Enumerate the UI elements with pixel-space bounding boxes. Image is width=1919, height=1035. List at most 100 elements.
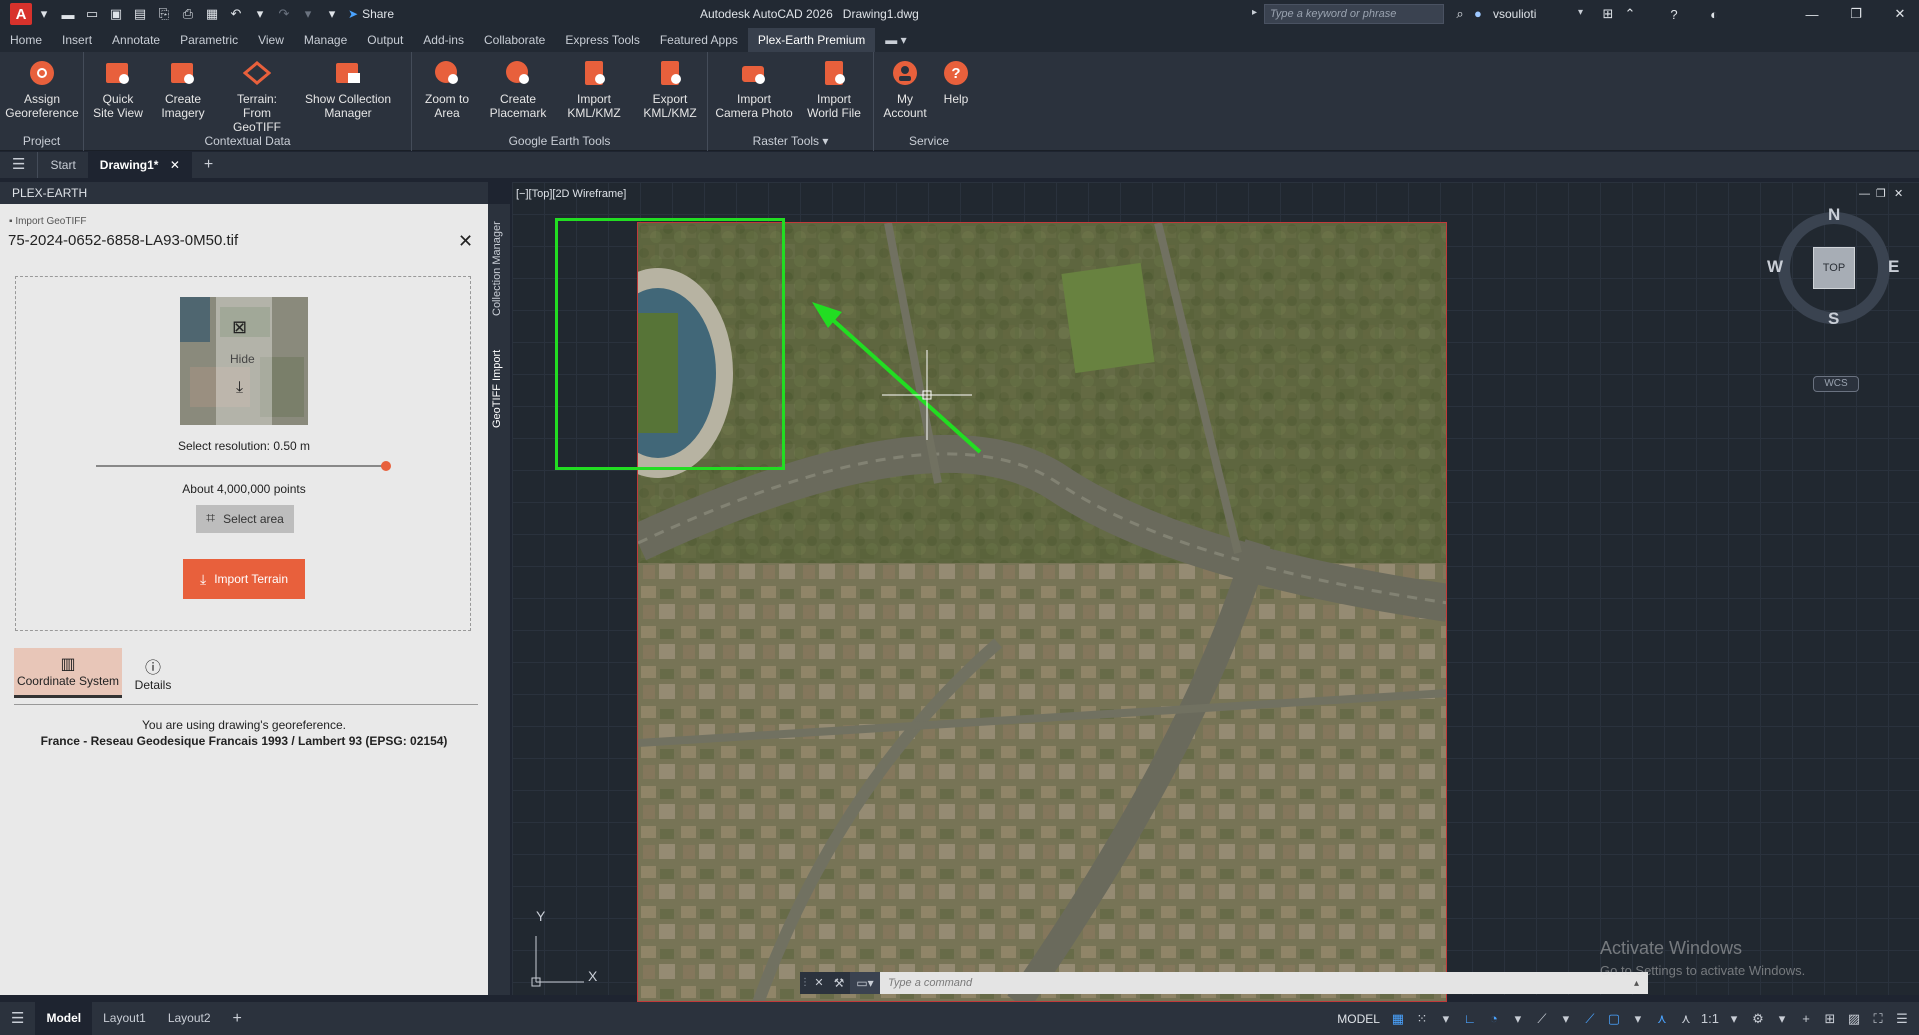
annotation-autoscale-icon[interactable]: ⋏ <box>1677 1010 1695 1028</box>
minimize-icon[interactable]: — <box>1804 6 1820 22</box>
annotation-monitor-icon[interactable]: + <box>1797 1010 1815 1028</box>
tab-manage[interactable]: Manage <box>294 28 357 52</box>
command-history-icon[interactable]: ▭▾ <box>850 972 880 994</box>
terrain-from-geotiff-button[interactable]: Terrain: From GeoTIFF <box>218 58 296 134</box>
web-save-icon[interactable]: ⎘ <box>156 6 172 22</box>
hamburger-menu-icon[interactable]: ☰ <box>0 152 37 178</box>
side-tab-geotiff-import[interactable]: GeoTIFF Import <box>491 350 503 428</box>
customize-icon[interactable]: ▾ <box>324 6 340 22</box>
hide-label[interactable]: Hide <box>230 352 255 366</box>
share-button[interactable]: ➤ Share <box>348 7 394 21</box>
ortho-icon[interactable]: ∟ <box>1461 1010 1479 1028</box>
resolution-slider[interactable] <box>96 461 391 471</box>
help-button[interactable]: ? Help <box>934 58 978 106</box>
snap-dropdown-icon[interactable]: ▾ <box>1437 1010 1455 1028</box>
redo-dropdown-icon[interactable]: ▾ <box>300 6 316 22</box>
tab-featured-apps[interactable]: Featured Apps <box>650 28 748 52</box>
import-terrain-button[interactable]: ⤓ Import Terrain <box>183 559 305 599</box>
import-camera-photo-button[interactable]: Import Camera Photo <box>714 58 794 120</box>
layout-tab-layout1[interactable]: Layout1 <box>92 1002 157 1035</box>
viewcube-top-face[interactable]: TOP <box>1813 247 1855 289</box>
viewport-restore-icon[interactable]: ❐ <box>1876 187 1886 200</box>
close-tab-icon[interactable]: ✕ <box>170 158 180 172</box>
object-snap-dropdown-icon[interactable]: ▾ <box>1629 1010 1647 1028</box>
new-file-icon[interactable]: ▬ <box>60 6 76 22</box>
side-tab-collection-manager[interactable]: Collection Manager <box>491 221 503 316</box>
doc-tab-drawing1[interactable]: Drawing1* ✕ <box>87 152 192 178</box>
workspace-dropdown-icon[interactable]: ▾ <box>1773 1010 1791 1028</box>
show-collection-manager-button[interactable]: Show Collection Manager <box>300 58 396 120</box>
viewcube[interactable]: TOP N S E W <box>1767 205 1899 329</box>
viewport-minimize-icon[interactable]: — <box>1859 188 1870 200</box>
undo-icon[interactable]: ↶ <box>228 6 244 22</box>
help-circle-icon[interactable]: ? <box>1666 6 1682 22</box>
group-label-raster-tools[interactable]: Raster Tools ▾ <box>708 134 873 148</box>
restore-icon[interactable]: ❐ <box>1848 6 1864 22</box>
close-window-icon[interactable]: ✕ <box>1892 6 1908 22</box>
slider-thumb[interactable] <box>381 461 391 471</box>
workspace-gear-icon[interactable]: ⚙ <box>1749 1010 1767 1028</box>
open-folder-icon[interactable]: ▭ <box>84 6 100 22</box>
chevron-down-icon[interactable]: ▾ <box>36 6 52 22</box>
units-icon[interactable]: ⊞ <box>1821 1010 1839 1028</box>
create-imagery-button[interactable]: Create Imagery <box>152 58 214 120</box>
tab-add-ins[interactable]: Add-ins <box>413 28 474 52</box>
compass-south[interactable]: S <box>1828 309 1839 329</box>
import-kml-button[interactable]: Import KML/KMZ <box>558 58 630 120</box>
tab-home[interactable]: Home <box>0 28 52 52</box>
tab-output[interactable]: Output <box>357 28 413 52</box>
tab-coordinate-system[interactable]: ▥ Coordinate System <box>14 648 122 698</box>
my-account-button[interactable]: My Account <box>880 58 930 120</box>
layout-menu-icon[interactable]: ☰ <box>0 1002 35 1035</box>
cart-icon[interactable]: ⊞ <box>1600 6 1616 22</box>
user-icon[interactable]: ● <box>1474 6 1482 21</box>
zoom-to-area-button[interactable]: Zoom to Area <box>416 58 478 120</box>
print-icon[interactable]: ▦ <box>204 6 220 22</box>
user-name[interactable]: vsoulioti <box>1493 7 1536 21</box>
autodesk-account-icon[interactable]: ⌃ <box>1622 6 1638 22</box>
tab-express-tools[interactable]: Express Tools <box>555 28 649 52</box>
tab-collaborate[interactable]: Collaborate <box>474 28 555 52</box>
quick-properties-icon[interactable]: ▨ <box>1845 1010 1863 1028</box>
grip-icon[interactable]: ⋮ <box>800 972 810 994</box>
compass-west[interactable]: W <box>1767 257 1783 277</box>
search-arrow-icon[interactable]: ▸ <box>1252 7 1257 18</box>
annotation-visibility-icon[interactable]: ⋏ <box>1653 1010 1671 1028</box>
command-expand-icon[interactable]: ▴ <box>1634 978 1648 989</box>
new-tab-icon[interactable]: + <box>192 152 225 178</box>
model-space-toggle[interactable]: MODEL <box>1337 1012 1380 1026</box>
layout-tab-model[interactable]: Model <box>35 1002 93 1035</box>
polar-dropdown-icon[interactable]: ▾ <box>1509 1010 1527 1028</box>
tab-plex-earth-premium[interactable]: Plex-Earth Premium <box>747 28 876 52</box>
clean-screen-icon[interactable]: ⛶ <box>1869 1010 1887 1028</box>
tab-insert[interactable]: Insert <box>52 28 102 52</box>
viewport-close-icon[interactable]: ✕ <box>1894 187 1903 200</box>
export-kml-button[interactable]: Export KML/KMZ <box>634 58 706 120</box>
create-placemark-button[interactable]: Create Placemark <box>482 58 554 120</box>
compass-east[interactable]: E <box>1888 257 1899 277</box>
drawing-viewport[interactable]: [−][Top][2D Wireframe] — ❐ ✕ TOP N S E W… <box>512 182 1919 1002</box>
polar-icon[interactable]: ◔ <box>1485 1010 1503 1028</box>
doc-tab-start[interactable]: Start <box>37 152 87 178</box>
command-input[interactable]: Type a command <box>880 977 1634 989</box>
redo-icon[interactable]: ↷ <box>276 6 292 22</box>
undo-dropdown-icon[interactable]: ▾ <box>252 6 268 22</box>
grid-icon[interactable]: ▦ <box>1389 1010 1407 1028</box>
hide-image-icon[interactable]: ⊠ <box>232 317 247 338</box>
isodraft-dropdown-icon[interactable]: ▾ <box>1557 1010 1575 1028</box>
tab-overflow-icon[interactable]: ▬ ▾ <box>875 28 916 52</box>
assign-georeference-button[interactable]: Assign Georeference <box>4 58 80 120</box>
object-snap-icon[interactable]: ▢ <box>1605 1010 1623 1028</box>
community-icon[interactable]: ◐ <box>1706 6 1722 22</box>
save-icon[interactable]: ▣ <box>108 6 124 22</box>
close-panel-icon[interactable]: ✕ <box>458 231 473 252</box>
search-input[interactable]: Type a keyword or phrase <box>1264 4 1444 24</box>
download-icon[interactable]: ⤓ <box>236 379 243 397</box>
search-icon[interactable]: ⌕ <box>1452 6 1468 22</box>
tab-annotate[interactable]: Annotate <box>102 28 170 52</box>
user-dropdown-icon[interactable]: ▾ <box>1578 7 1583 18</box>
layout-tab-layout2[interactable]: Layout2 <box>157 1002 222 1035</box>
customization-icon[interactable]: ☰ <box>1893 1010 1911 1028</box>
viewport-label[interactable]: [−][Top][2D Wireframe] <box>516 188 626 200</box>
object-snap-tracking-icon[interactable]: ⟋ <box>1581 1010 1599 1028</box>
